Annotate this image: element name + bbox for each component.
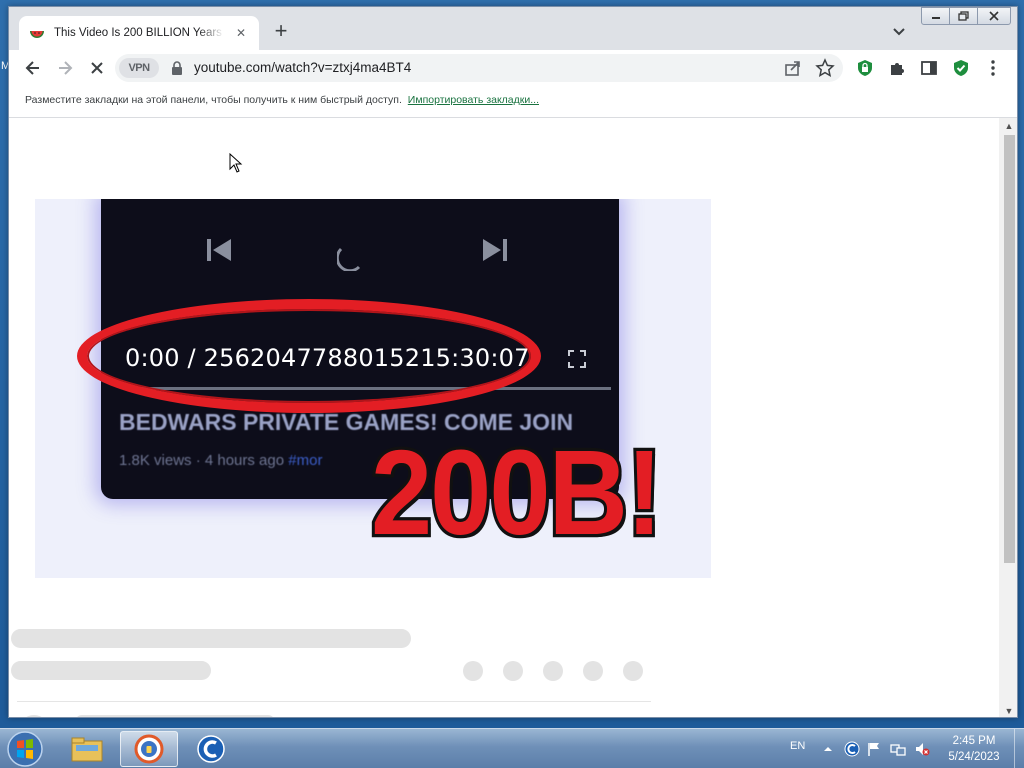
video-meta-blurred: 1.8K views · 4 hours ago #mor: [119, 452, 322, 469]
tab-strip: This Video Is 200 BILLION Years Lo ✕ +: [9, 7, 1017, 50]
ccleaner-tray-icon[interactable]: [844, 741, 860, 757]
scrollbar-thumb[interactable]: [1004, 135, 1015, 563]
back-button[interactable]: [21, 56, 45, 80]
skeleton-avatar: [19, 715, 49, 717]
side-panel-icon: [921, 61, 937, 75]
previous-icon: [207, 239, 231, 261]
kebab-menu-icon: [991, 60, 995, 76]
skeleton-channel: [11, 661, 211, 680]
taskbar-ccleaner-browser[interactable]: [120, 731, 178, 767]
skeleton-action-1: [463, 661, 483, 681]
forward-button[interactable]: [53, 56, 77, 80]
browser-window: This Video Is 200 BILLION Years Lo ✕ + V…: [8, 6, 1018, 718]
skeleton-description: [75, 715, 275, 717]
taskbar: EN 2:45 PM 5/24/2023: [0, 728, 1024, 768]
vpn-badge[interactable]: VPN: [119, 58, 159, 78]
tab-close-icon[interactable]: ✕: [233, 25, 249, 41]
mouse-cursor-icon: [229, 153, 243, 173]
fullscreen-icon: [568, 350, 586, 368]
watermelon-icon: [30, 31, 44, 38]
video-time-display: 0:00 / 2562047788015215:30:07: [125, 344, 530, 372]
restore-button[interactable]: [949, 7, 979, 25]
show-desktop-button[interactable]: [1014, 729, 1024, 768]
arrow-right-icon: [59, 61, 73, 75]
page-content: 0:00 / 2562047788015215:30:07 BEDWARS PR…: [9, 118, 999, 717]
shield-check-icon: [954, 60, 968, 76]
page-scrollbar[interactable]: ▲ ▼: [999, 118, 1017, 717]
video-thumbnail[interactable]: 0:00 / 2562047788015215:30:07 BEDWARS PR…: [35, 199, 711, 578]
url-text[interactable]: youtube.com/watch?v=ztxj4ma4BT4: [194, 60, 411, 75]
security-extension-button[interactable]: [949, 56, 973, 80]
start-button[interactable]: [4, 730, 46, 768]
scroll-down-arrow-icon[interactable]: ▼: [999, 703, 1017, 717]
address-bar[interactable]: VPN youtube.com/watch?v=ztxj4ma4BT4: [115, 54, 843, 82]
skeleton-action-2: [503, 661, 523, 681]
import-bookmarks-link[interactable]: Импортировать закладки...: [408, 94, 539, 106]
content-divider: [17, 701, 651, 702]
volume-muted-icon[interactable]: [914, 741, 930, 757]
taskbar-ccleaner[interactable]: [182, 731, 240, 767]
tab-search-icon[interactable]: [889, 21, 909, 41]
skeleton-title: [11, 629, 411, 648]
puzzle-icon: [891, 63, 904, 75]
tab-title: This Video Is 200 BILLION Years Lo: [54, 27, 224, 39]
video-meta-text: 1.8K views · 4 hours ago: [119, 452, 285, 469]
skeleton-action-5: [623, 661, 643, 681]
lock-icon[interactable]: [171, 61, 183, 75]
close-window-button[interactable]: [977, 7, 1011, 25]
next-icon: [483, 239, 507, 261]
bookmarks-bar: Разместите закладки на этой панели, чтоб…: [9, 86, 1017, 118]
minimize-button[interactable]: [921, 7, 951, 25]
share-icon[interactable]: [783, 58, 803, 78]
clock-time: 2:45 PM: [952, 735, 996, 747]
ccleaner-icon: [197, 735, 225, 763]
bookmarks-hint: Разместите закладки на этой панели, чтоб…: [25, 94, 402, 106]
stop-loading-button[interactable]: [85, 56, 109, 80]
action-center-flag-icon[interactable]: [866, 741, 882, 757]
new-tab-button[interactable]: +: [269, 20, 293, 44]
tab-youtube-video[interactable]: This Video Is 200 BILLION Years Lo ✕: [19, 16, 259, 50]
skeleton-action-4: [583, 661, 603, 681]
shield-lock-icon: [858, 60, 872, 76]
browser-toolbar: VPN youtube.com/watch?v=ztxj4ma4BT4: [9, 50, 1017, 86]
extensions-button[interactable]: [885, 56, 909, 80]
explorer-icon: [71, 737, 103, 762]
network-icon[interactable]: [890, 741, 906, 757]
taskbar-explorer[interactable]: [58, 731, 116, 767]
menu-button[interactable]: [981, 56, 1005, 80]
arrow-left-icon: [25, 61, 39, 75]
overlay-200b-text: 200B!: [368, 422, 666, 564]
star-icon[interactable]: [815, 58, 835, 78]
system-clock[interactable]: 2:45 PM 5/24/2023: [940, 733, 1008, 765]
close-icon: [91, 62, 103, 74]
video-meta-tag: #mor: [288, 452, 323, 469]
scroll-up-arrow-icon[interactable]: ▲: [999, 118, 1017, 134]
loading-spinner-icon: [337, 247, 361, 271]
clock-date: 5/24/2023: [948, 751, 1000, 763]
ccleaner-browser-icon: [134, 734, 164, 764]
show-hidden-icons-icon[interactable]: [820, 741, 836, 757]
skeleton-action-3: [543, 661, 563, 681]
adblock-extension-button[interactable]: [853, 56, 877, 80]
language-indicator[interactable]: EN: [790, 740, 805, 752]
side-panel-button[interactable]: [917, 56, 941, 80]
